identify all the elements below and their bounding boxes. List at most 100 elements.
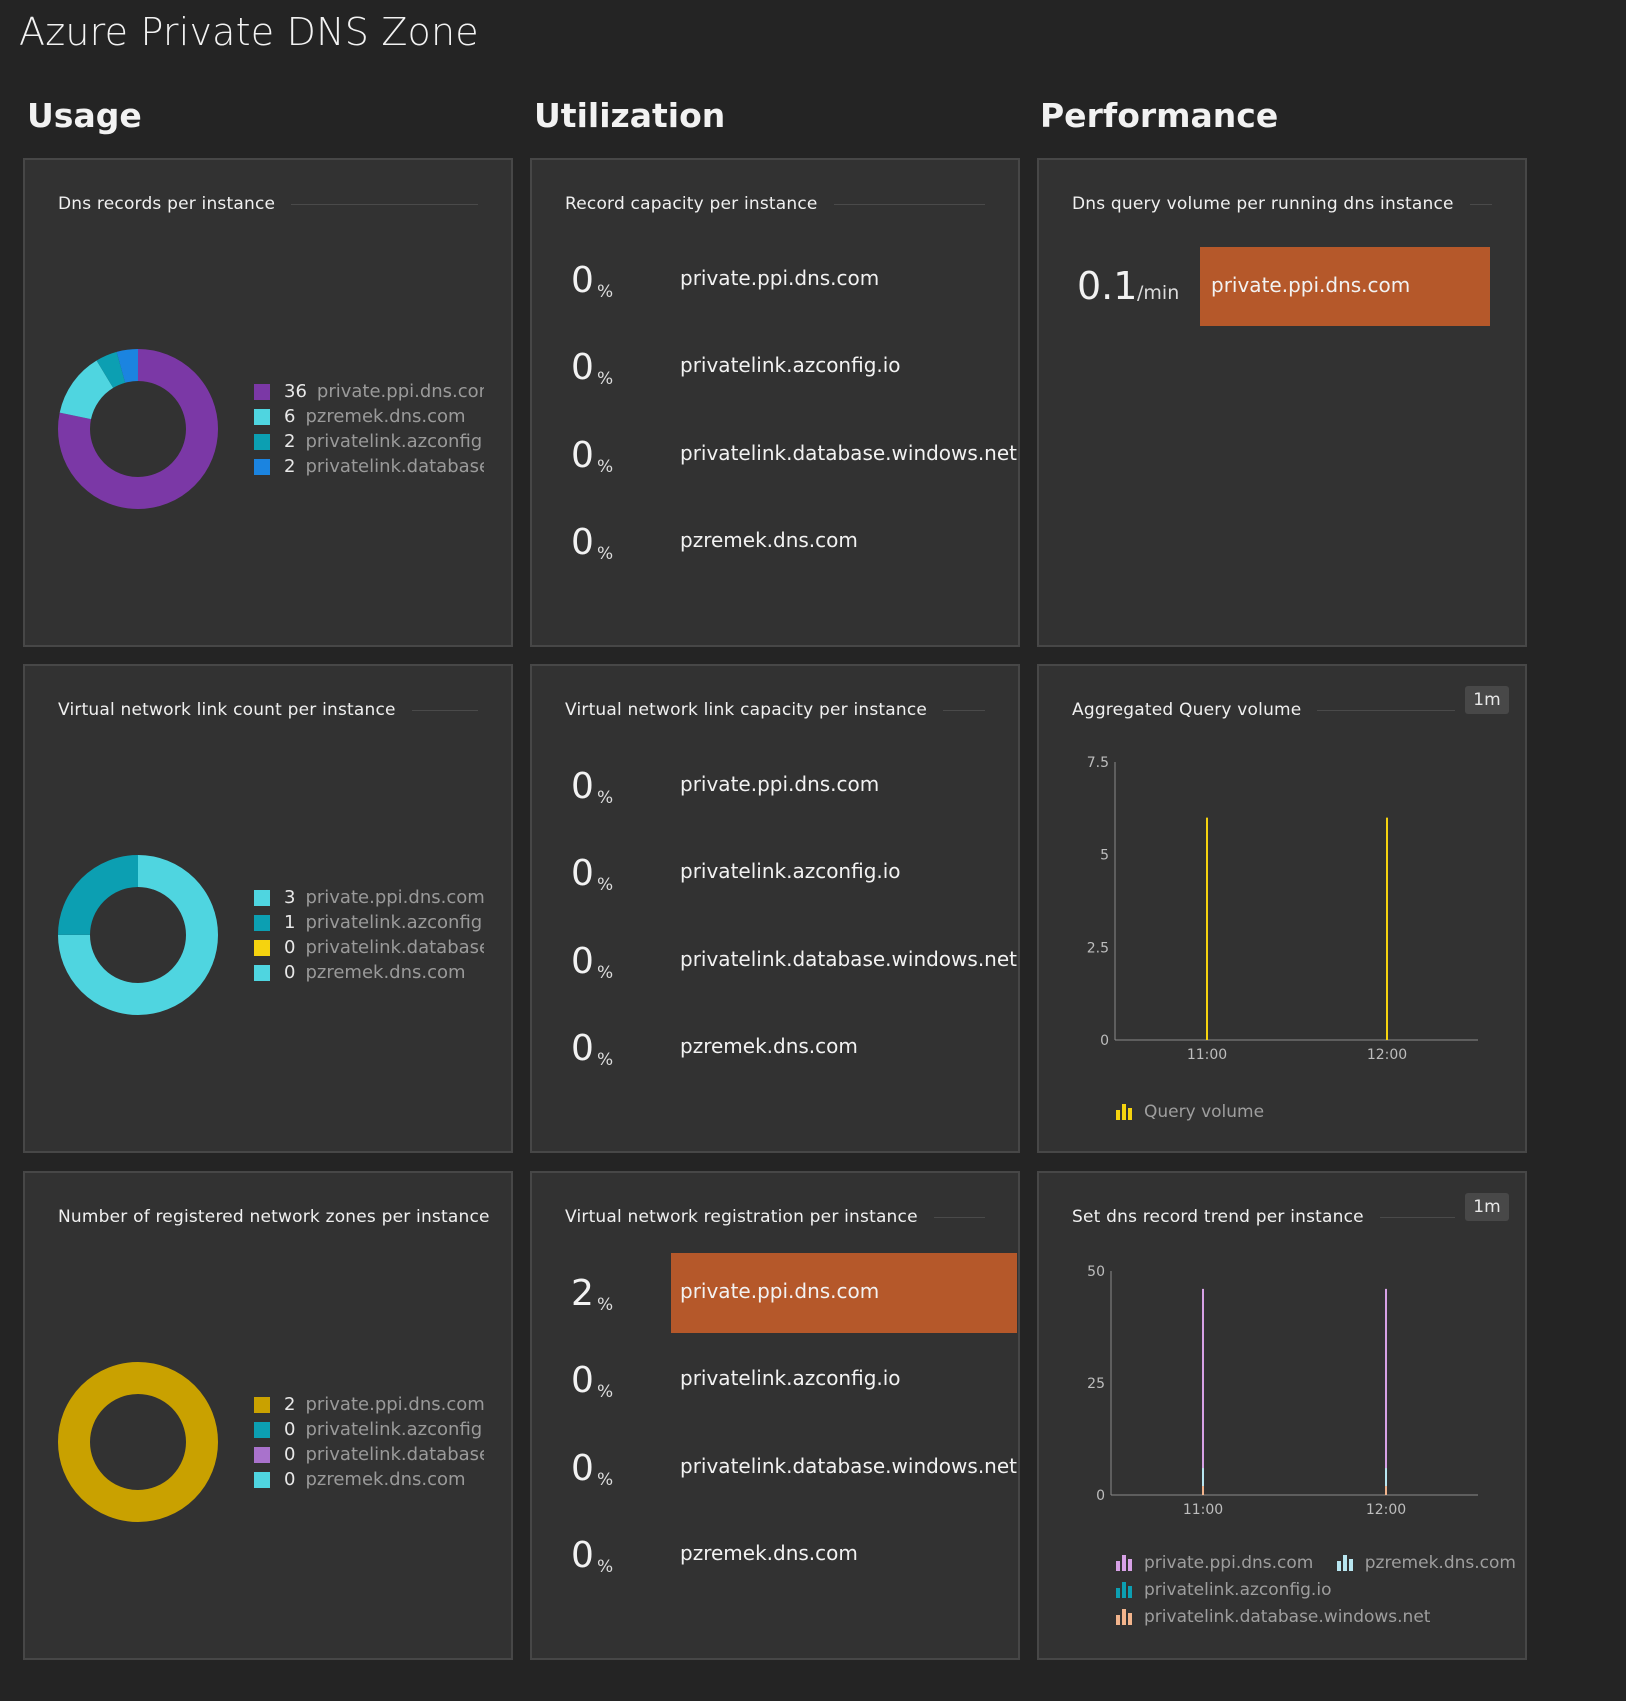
donut-chart [58,1362,218,1522]
legend-item[interactable]: 36 private.ppi.dns.com [254,379,484,404]
aggregated-query-chart: 0 2.5 5 7.5 11:00 12:00 [1087,755,1478,1063]
tile-header: Number of registered network zones per i… [58,1205,489,1229]
tile-header: Virtual network link count per instance [58,698,478,722]
percent-row[interactable]: 0% privatelink.database.windows.net [565,921,1017,1001]
tile-record-capacity[interactable]: Record capacity per instance 0% private.p… [530,158,1020,647]
legend-label: privatelink.database.windows.net [305,456,484,477]
query-volume-value: 0.1 [1077,264,1138,308]
legend-item[interactable]: 1 privatelink.azconfig.io [254,910,484,935]
legend-swatch [254,889,270,906]
percent-value: 0 [571,347,594,388]
percent-value: 0 [571,1448,594,1489]
percent-row[interactable]: 0% private.ppi.dns.com [565,746,1015,826]
title-divider [833,203,985,205]
legend-item[interactable]: pzremek.dns.com [1336,1549,1516,1576]
legend-label: privatelink.database.windows.net [1144,1606,1431,1627]
legend-label: pzremek.dns.com [305,1469,466,1490]
x-tick-label: 12:00 [1367,1047,1407,1063]
y-tick-label: 25 [1087,1376,1105,1392]
percent-value: 0 [571,435,594,476]
legend-value: 0 [284,1419,296,1440]
donut-slice[interactable] [58,1362,218,1522]
bar-chart-icon [1116,1103,1136,1120]
legend-item[interactable]: 0 privatelink.database.windows.net [254,1442,484,1467]
percent-row[interactable]: 0% pzremek.dns.com [565,502,1015,582]
percent-value: 0 [571,1535,594,1576]
percent-row[interactable]: 0% private.ppi.dns.com [565,240,1015,320]
instance-name: privatelink.database.windows.net [680,441,1018,465]
tile-header: Dns records per instance [58,192,478,216]
instance-name: private.ppi.dns.com [680,772,880,796]
percent-unit: % [597,1557,614,1577]
percent-row[interactable]: 0% privatelink.azconfig.io [565,833,1015,913]
instance-name: privatelink.azconfig.io [680,353,901,377]
percent-unit: % [597,788,614,808]
percent-row[interactable]: 0% privatelink.database.windows.net [565,1428,1017,1508]
instance-name: pzremek.dns.com [680,528,858,552]
legend-item[interactable]: 0 pzremek.dns.com [254,1467,484,1492]
tile-vnet-registration[interactable]: Virtual network registration per instanc… [530,1171,1020,1660]
percent-row[interactable]: 0% pzremek.dns.com [565,1515,1015,1595]
bar-chart-icon [1116,1608,1136,1625]
legend-value: 6 [284,406,296,427]
legend-value: 0 [284,937,296,958]
title-divider [291,203,478,205]
title-divider [1469,203,1492,205]
legend-item[interactable]: 2 privatelink.database.windows.net [254,454,484,479]
legend-value: 0 [284,1469,296,1490]
legend-item[interactable]: privatelink.database.windows.net [1116,1603,1430,1630]
donut-legend: 2 private.ppi.dns.com 0 privatelink.azconfi… [254,1392,484,1492]
legend-label: private.ppi.dns.com [305,1394,484,1415]
percent-row[interactable]: 0% privatelink.azconfig.io [565,1340,1015,1420]
instance-name: privatelink.azconfig.io [680,859,901,883]
tile-aggregated-query-volume[interactable]: Aggregated Query volume 1m 0 2.5 5 7.5 11:00… [1037,664,1527,1153]
bar-chart-icon [1116,1581,1136,1598]
instance-name: pzremek.dns.com [680,1541,858,1565]
bar-chart-icon [1116,1554,1136,1571]
tile-dns-records[interactable]: Dns records per instance 36 private.ppi.d… [23,158,513,647]
y-tick-label: 5 [1100,848,1109,864]
legend-value: 2 [284,1394,296,1415]
percent-value: 0 [571,1028,594,1069]
percent-row[interactable]: 0% pzremek.dns.com [565,1008,1015,1088]
legend-item[interactable]: 0 privatelink.database.windows.net [254,935,484,960]
percent-row[interactable]: 2% private.ppi.dns.com [565,1253,1017,1333]
percent-value: 2 [571,1273,594,1314]
y-tick-label: 50 [1087,1264,1105,1280]
legend-item[interactable]: Query volume [1116,1098,1264,1125]
percent-unit: % [597,963,614,983]
percent-unit: % [597,457,614,477]
legend-item[interactable]: 2 privatelink.azconfig.io [254,429,484,454]
y-tick-label: 7.5 [1087,755,1109,771]
legend-item[interactable]: 3 private.ppi.dns.com [254,885,484,910]
donut-legend: 36 private.ppi.dns.com 6 pzremek.dns.com 2 pr… [254,379,484,479]
x-tick-label: 11:00 [1187,1047,1227,1063]
section-title-utilization: Utilization [534,96,726,135]
percent-row[interactable]: 0% privatelink.database.windows.net [565,415,1018,495]
tile-registered-zones[interactable]: Number of registered network zones per i… [23,1171,513,1660]
legend-item[interactable]: 0 pzremek.dns.com [254,960,484,985]
legend-item[interactable]: private.ppi.dns.com [1116,1549,1313,1576]
x-tick-label: 11:00 [1183,1502,1223,1518]
percent-unit: % [597,282,614,302]
legend-item[interactable]: privatelink.azconfig.io [1116,1576,1331,1603]
legend-item[interactable]: 2 private.ppi.dns.com [254,1392,484,1417]
percent-row[interactable]: 0% privatelink.azconfig.io [565,327,1015,407]
instance-name: private.ppi.dns.com [680,266,880,290]
instance-name: privatelink.azconfig.io [680,1366,901,1390]
legend-item[interactable]: 0 privatelink.azconfig.io [254,1417,484,1442]
tile-title: Dns records per instance [58,194,276,214]
legend-swatch [254,408,270,425]
legend-value: 36 [284,381,307,402]
legend-value: 0 [284,1444,296,1465]
legend-swatch [254,1471,270,1488]
percent-value: 0 [571,853,594,894]
tile-vnet-link-count[interactable]: Virtual network link count per instance … [23,664,513,1153]
tile-record-trend[interactable]: Set dns record trend per instance 1m 0 25… [1037,1171,1527,1660]
legend-label: privatelink.azconfig.io [305,431,484,452]
query-volume-instance: private.ppi.dns.com [1211,273,1411,297]
legend-item[interactable]: 6 pzremek.dns.com [254,404,484,429]
tile-query-volume[interactable]: Dns query volume per running dns instanc… [1037,158,1527,647]
tile-title: Virtual network link capacity per instan… [565,700,928,720]
tile-vnet-link-capacity[interactable]: Virtual network link capacity per instan… [530,664,1020,1153]
